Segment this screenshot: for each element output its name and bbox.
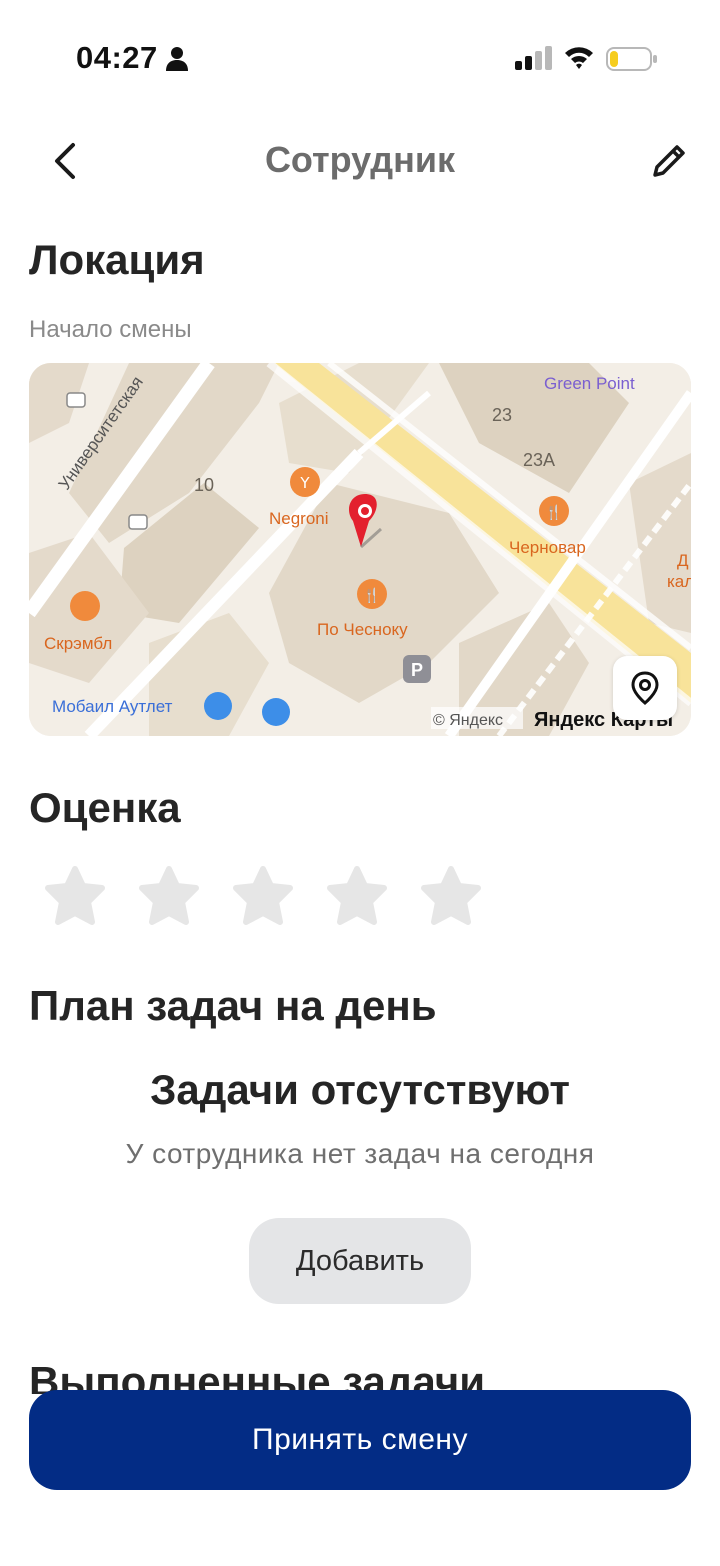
rating-section-title: Оценка xyxy=(29,784,181,831)
shift-start-label: Начало смены xyxy=(29,316,192,343)
pencil-icon xyxy=(653,145,685,177)
poi-shop-icon xyxy=(204,692,232,720)
map-label-green-point: Green Point xyxy=(544,374,635,393)
edit-button[interactable] xyxy=(646,138,692,184)
map-label-kal: кал xyxy=(667,572,691,591)
map-canvas: Университетская Green Point 23 23А 10 Y … xyxy=(29,363,691,736)
location-section-title: Локация xyxy=(29,236,205,283)
person-icon xyxy=(166,47,188,71)
map-label-skrembl: Скрэмбл xyxy=(44,634,112,653)
completed-tasks-title: Выполненные задачи xyxy=(29,1358,486,1394)
map-label-mobile-outlet: Мобаил Аутлет xyxy=(52,697,173,716)
star-icon[interactable] xyxy=(138,866,200,926)
rating-stars[interactable] xyxy=(44,866,482,926)
svg-text:🍴: 🍴 xyxy=(363,587,380,604)
empty-state-title: Задачи отсутствуют xyxy=(150,1066,570,1113)
plan-section-title: План задач на день xyxy=(29,982,437,1029)
map-label-house-23: 23 xyxy=(492,405,512,425)
svg-text:🍴: 🍴 xyxy=(545,504,562,521)
poi-skrembl-icon xyxy=(70,591,100,621)
map-label-house-23a: 23А xyxy=(523,450,555,470)
star-icon[interactable] xyxy=(326,866,388,926)
map-label-house-10: 10 xyxy=(194,475,214,495)
wifi-icon xyxy=(565,47,593,69)
map-label-po-chesnoku: По Чесноку xyxy=(317,620,408,639)
map-label-negroni: Negroni xyxy=(269,509,329,528)
accept-shift-button[interactable]: Принять смену xyxy=(29,1390,691,1490)
star-icon[interactable] xyxy=(232,866,294,926)
star-icon[interactable] xyxy=(420,866,482,926)
star-icon[interactable] xyxy=(44,866,106,926)
poi-shop-icon-2 xyxy=(262,698,290,726)
add-task-button[interactable]: Добавить xyxy=(249,1218,471,1304)
battery-icon xyxy=(606,47,657,71)
status-time: 04:27 xyxy=(76,40,158,75)
cellular-signal-icon xyxy=(515,46,552,70)
map-label-chernovar: Черновар xyxy=(509,538,586,557)
map-label-d: Д xyxy=(677,551,689,570)
map-pin-icon xyxy=(631,671,659,705)
empty-state-description: У сотрудника нет задач на сегодня xyxy=(125,1138,595,1169)
location-map[interactable]: Университетская Green Point 23 23А 10 Y … xyxy=(29,363,691,736)
map-locate-button[interactable] xyxy=(613,656,677,720)
svg-text:P: P xyxy=(411,660,423,680)
svg-text:Y: Y xyxy=(299,474,310,492)
map-copyright: © Яндекс xyxy=(433,712,503,729)
page-title: Сотрудник xyxy=(264,139,456,180)
